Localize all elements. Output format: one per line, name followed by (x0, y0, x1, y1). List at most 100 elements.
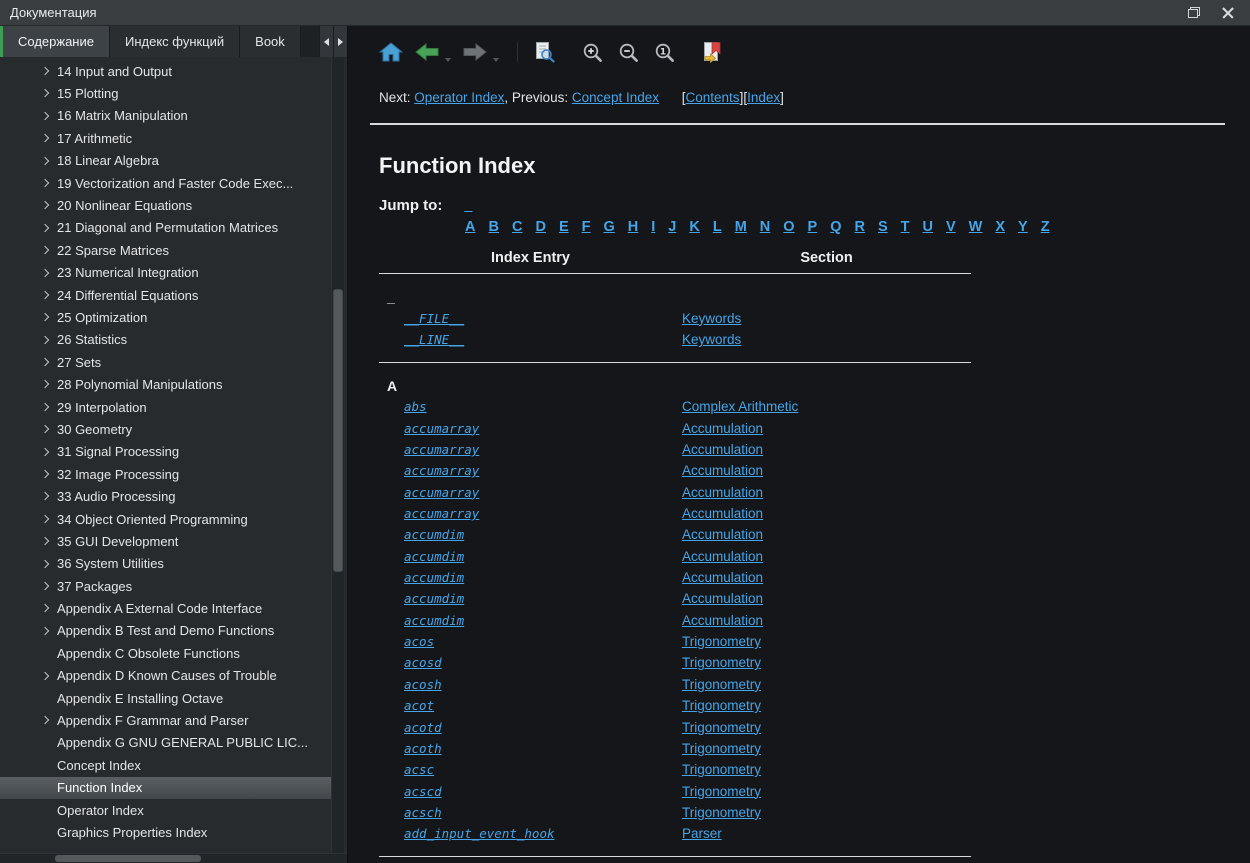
tree-item[interactable]: Operator Index (0, 799, 331, 821)
next-link[interactable]: Operator Index (414, 90, 504, 105)
chevron-right-icon[interactable] (41, 358, 49, 366)
tree-item[interactable]: 34 Object Oriented Programming (0, 508, 331, 530)
section-link[interactable]: Accumulation (682, 485, 763, 500)
function-link[interactable]: accumarray (404, 442, 479, 457)
function-link[interactable]: accumdim (404, 591, 464, 606)
jump-letter-link[interactable]: K (689, 219, 699, 235)
zoom-in-button[interactable] (576, 36, 608, 68)
chevron-right-icon[interactable] (41, 223, 49, 231)
function-link[interactable]: __FILE__ (404, 311, 464, 326)
chevron-right-icon[interactable] (41, 671, 49, 679)
tree-item[interactable]: 30 Geometry (0, 418, 331, 440)
tree-item[interactable]: 21 Diagonal and Permutation Matrices (0, 217, 331, 239)
tree-item[interactable]: Appendix C Obsolete Functions (0, 642, 331, 664)
window-titlebar[interactable]: Документация (0, 0, 1250, 26)
tree-item[interactable]: 31 Signal Processing (0, 441, 331, 463)
chevron-right-icon[interactable] (41, 515, 49, 523)
chevron-right-icon[interactable] (41, 492, 49, 500)
chevron-right-icon[interactable] (41, 89, 49, 97)
function-link[interactable]: accumarray (404, 506, 479, 521)
jump-letter-link[interactable]: T (901, 219, 910, 235)
chevron-right-icon[interactable] (41, 156, 49, 164)
section-link[interactable]: Trigonometry (682, 741, 761, 756)
tree-item[interactable]: Graphics Properties Index (0, 821, 331, 843)
section-link[interactable]: Accumulation (682, 463, 763, 478)
tab[interactable]: Индекс функций (110, 26, 240, 57)
tree-item[interactable]: 16 Matrix Manipulation (0, 105, 331, 127)
bookmark-button[interactable] (696, 36, 728, 68)
sidebar-vertical-scrollbar[interactable] (331, 57, 344, 853)
chevron-right-icon[interactable] (41, 134, 49, 142)
chevron-right-icon[interactable] (41, 604, 49, 612)
function-link[interactable]: accumdim (404, 613, 464, 628)
section-link[interactable]: Trigonometry (682, 655, 761, 670)
tree-item[interactable]: Appendix E Installing Octave (0, 687, 331, 709)
tree-item[interactable]: 33 Audio Processing (0, 485, 331, 507)
chevron-right-icon[interactable] (41, 425, 49, 433)
jump-letter-link[interactable]: S (878, 219, 888, 235)
jump-letter-link[interactable]: C (512, 219, 522, 235)
jump-letter-link[interactable]: F (582, 219, 591, 235)
jump-letter-link[interactable]: W (969, 219, 983, 235)
function-link[interactable]: acoth (404, 741, 442, 756)
chevron-right-icon[interactable] (41, 470, 49, 478)
function-link[interactable]: acsc (404, 762, 434, 777)
jump-letter-link[interactable]: G (603, 219, 614, 235)
chevron-right-icon[interactable] (41, 335, 49, 343)
jump-letter-link[interactable]: Y (1018, 219, 1028, 235)
jump-letter-link[interactable]: P (808, 219, 818, 235)
tree-item[interactable]: Appendix G GNU GENERAL PUBLIC LIC... (0, 732, 331, 754)
tree-item[interactable]: 20 Nonlinear Equations (0, 194, 331, 216)
jump-letter-link[interactable]: O (783, 219, 794, 235)
section-link[interactable]: Trigonometry (682, 805, 761, 820)
section-link[interactable]: Trigonometry (682, 634, 761, 649)
tree-item[interactable]: 24 Differential Equations (0, 284, 331, 306)
chevron-right-icon[interactable] (41, 380, 49, 388)
section-link[interactable]: Trigonometry (682, 677, 761, 692)
function-link[interactable]: accumarray (404, 463, 479, 478)
tab-scroll-right-button[interactable] (333, 26, 347, 57)
tree-item[interactable]: 27 Sets (0, 351, 331, 373)
jump-letter-link[interactable]: _ (464, 198, 472, 214)
tree-item[interactable]: 35 GUI Development (0, 530, 331, 552)
tree-item[interactable]: 23 Numerical Integration (0, 262, 331, 284)
tree-item[interactable]: 15 Plotting (0, 82, 331, 104)
jump-letter-link[interactable]: N (760, 219, 770, 235)
section-link[interactable]: Complex Arithmetic (682, 399, 798, 414)
index-link[interactable]: Index (747, 90, 780, 105)
jump-letter-link[interactable]: M (735, 219, 747, 235)
tree-item[interactable]: 22 Sparse Matrices (0, 239, 331, 261)
section-link[interactable]: Accumulation (682, 421, 763, 436)
function-link[interactable]: accumarray (404, 485, 479, 500)
forward-history-dropdown-icon[interactable] (493, 58, 499, 62)
tree-item[interactable]: Appendix F Grammar and Parser (0, 709, 331, 731)
function-link[interactable]: add_input_event_hook (404, 826, 555, 841)
tree-item[interactable]: 29 Interpolation (0, 396, 331, 418)
function-link[interactable]: acosd (404, 655, 442, 670)
chevron-right-icon[interactable] (41, 627, 49, 635)
function-link[interactable]: acos (404, 634, 434, 649)
forward-button[interactable] (459, 36, 491, 68)
jump-letter-link[interactable]: H (628, 219, 638, 235)
function-link[interactable]: acotd (404, 720, 442, 735)
section-link[interactable]: Accumulation (682, 506, 763, 521)
close-window-button[interactable] (1220, 5, 1236, 21)
chevron-right-icon[interactable] (41, 716, 49, 724)
section-link[interactable]: Trigonometry (682, 784, 761, 799)
tree-item[interactable]: Appendix A External Code Interface (0, 597, 331, 619)
section-link[interactable]: Accumulation (682, 442, 763, 457)
tree-item[interactable]: 18 Linear Algebra (0, 150, 331, 172)
section-link[interactable]: Accumulation (682, 591, 763, 606)
horizontal-scrollbar-thumb[interactable] (55, 855, 201, 862)
jump-letter-link[interactable]: J (668, 219, 676, 235)
tree-item[interactable]: 36 System Utilities (0, 553, 331, 575)
chevron-right-icon[interactable] (41, 291, 49, 299)
section-link[interactable]: Trigonometry (682, 720, 761, 735)
jump-letter-link[interactable]: B (488, 219, 498, 235)
chevron-right-icon[interactable] (41, 403, 49, 411)
section-link[interactable]: Accumulation (682, 549, 763, 564)
tab-scroll-left-button[interactable] (319, 26, 333, 57)
tree-item[interactable]: 37 Packages (0, 575, 331, 597)
tab[interactable]: Book (240, 26, 301, 57)
home-button[interactable] (375, 36, 407, 68)
